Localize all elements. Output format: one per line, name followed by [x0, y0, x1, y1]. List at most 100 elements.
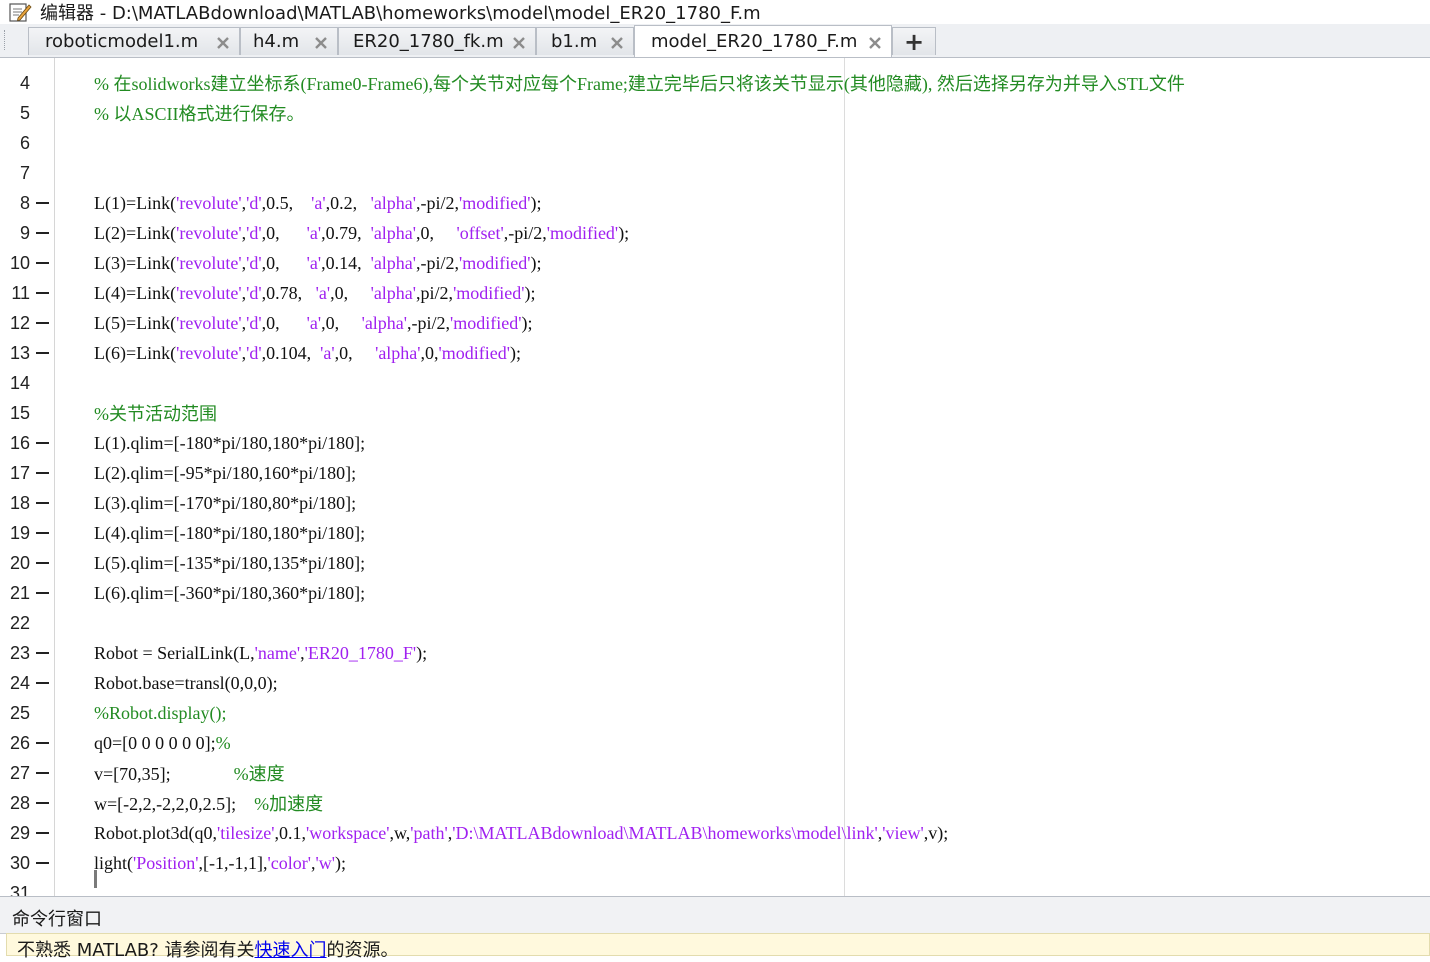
close-icon[interactable] — [215, 35, 231, 51]
code-line[interactable]: 24 Robot.base=transl(0,0,0); — [0, 668, 1430, 698]
breakpoint-marker[interactable] — [36, 352, 49, 354]
breakpoint-marker[interactable] — [36, 262, 49, 264]
breakpoint-marker[interactable] — [36, 802, 49, 804]
string-token: 'ER20_1780_F' — [304, 642, 417, 663]
string-token: 'modified' — [438, 342, 511, 363]
close-icon[interactable] — [867, 35, 883, 51]
code-line[interactable]: 31 — [0, 878, 1430, 897]
breakpoint-marker[interactable] — [36, 742, 49, 744]
getting-started-link[interactable]: 快速入门 — [255, 940, 327, 961]
code-line[interactable]: 30 light('Position',[-1,-1,1],'color','w'… — [0, 848, 1430, 878]
tab-label: model_ER20_1780_F.m — [651, 31, 858, 52]
editor-pencil-icon — [9, 3, 32, 22]
code-line[interactable]: 6 — [0, 128, 1430, 158]
string-token: 'alpha' — [370, 282, 417, 303]
code-text: L(1)=Link('revolute','d',0.5, 'a',0.2, '… — [94, 193, 542, 214]
code-editor[interactable]: 4 % 在solidworks建立坐标系(Frame0-Frame6),每个关节对… — [0, 58, 1430, 896]
breakpoint-marker[interactable] — [36, 232, 49, 234]
close-icon[interactable] — [609, 35, 625, 51]
tab-label: h4.m — [253, 31, 300, 52]
code-text: L(6).qlim=[-360*pi/180,360*pi/180]; — [94, 583, 365, 604]
code-token: ,0.2, — [325, 192, 371, 213]
code-token: ); — [618, 222, 630, 243]
code-token: ); — [510, 342, 522, 363]
code-line[interactable]: 7 — [0, 158, 1430, 188]
add-tab-button[interactable]: + — [892, 27, 936, 56]
breakpoint-marker[interactable] — [36, 292, 49, 294]
close-icon[interactable] — [511, 35, 527, 51]
code-token: ); — [524, 282, 536, 303]
code-line[interactable]: 28 w=[-2,2,-2,2,0,2.5]; %加速度 — [0, 788, 1430, 818]
breakpoint-marker[interactable] — [36, 562, 49, 564]
line-number: 11 — [11, 282, 30, 303]
code-line[interactable]: 21 L(6).qlim=[-360*pi/180,360*pi/180]; — [0, 578, 1430, 608]
code-line[interactable]: 13 L(6)=Link('revolute','d',0.104, 'a',0,… — [0, 338, 1430, 368]
code-line[interactable]: 11 L(4)=Link('revolute','d',0.78, 'a',0, … — [0, 278, 1430, 308]
breakpoint-marker[interactable] — [36, 862, 49, 864]
code-line[interactable]: 18 L(3).qlim=[-170*pi/180,80*pi/180]; — [0, 488, 1430, 518]
code-line[interactable]: 5 % 以ASCII格式进行保存。 — [0, 98, 1430, 128]
code-token: L(4)=Link( — [94, 282, 177, 303]
breakpoint-marker[interactable] — [36, 202, 49, 204]
line-number: 22 — [9, 612, 30, 633]
code-line[interactable]: 12 L(5)=Link('revolute','d',0, 'a',0, 'al… — [0, 308, 1430, 338]
tab-b1[interactable]: b1.m — [536, 27, 634, 55]
code-line[interactable]: 29 Robot.plot3d(q0,'tilesize',0.1,'worksp… — [0, 818, 1430, 848]
code-token: ); — [530, 252, 542, 273]
comment-token: %Robot.display(); — [94, 702, 227, 723]
code-text: L(5).qlim=[-135*pi/180,135*pi/180]; — [94, 553, 365, 574]
breakpoint-marker[interactable] — [36, 502, 49, 504]
tab-strip-grip[interactable] — [4, 30, 15, 50]
code-line[interactable]: 26 q0=[0 0 0 0 0 0];% — [0, 728, 1430, 758]
comment-token: % — [215, 732, 231, 753]
breakpoint-marker[interactable] — [36, 832, 49, 834]
line-number: 23 — [9, 642, 30, 663]
code-token: ,-pi/2, — [416, 192, 460, 213]
tab-model-er20-active[interactable]: model_ER20_1780_F.m — [634, 25, 892, 57]
line-number: 21 — [9, 582, 30, 603]
tab-roboticmodel1[interactable]: roboticmodel1.m — [28, 27, 240, 55]
code-line[interactable]: 8 L(1)=Link('revolute','d',0.5, 'a',0.2, … — [0, 188, 1430, 218]
close-icon[interactable] — [313, 35, 329, 51]
line-number: 4 — [19, 72, 30, 93]
tab-er20-fk[interactable]: ER20_1780_fk.m — [338, 27, 536, 55]
line-number: 28 — [9, 792, 30, 813]
code-line[interactable]: 15 %关节活动范围 — [0, 398, 1430, 428]
string-token: 'modified' — [459, 252, 531, 273]
code-line[interactable]: 4 % 在solidworks建立坐标系(Frame0-Frame6),每个关节对… — [0, 68, 1430, 98]
string-token: 'd' — [246, 192, 262, 213]
breakpoint-marker[interactable] — [36, 772, 49, 774]
line-number: 7 — [19, 162, 30, 183]
string-token: 'workspace' — [305, 822, 390, 843]
code-line[interactable]: 10 L(3)=Link('revolute','d',0, 'a',0.14, … — [0, 248, 1430, 278]
code-token: L(3)=Link( — [94, 252, 177, 273]
breakpoint-marker[interactable] — [36, 682, 49, 684]
breakpoint-marker[interactable] — [36, 442, 49, 444]
tab-h4[interactable]: h4.m — [240, 27, 338, 55]
breakpoint-marker[interactable] — [36, 652, 49, 654]
code-line[interactable]: 16 L(1).qlim=[-180*pi/180,180*pi/180]; — [0, 428, 1430, 458]
breakpoint-marker[interactable] — [36, 532, 49, 534]
code-line[interactable]: 22 — [0, 608, 1430, 638]
breakpoint-marker[interactable] — [36, 472, 49, 474]
code-line[interactable]: 14 — [0, 368, 1430, 398]
code-line[interactable]: 20 L(5).qlim=[-135*pi/180,135*pi/180]; — [0, 548, 1430, 578]
line-number: 16 — [9, 432, 30, 453]
code-line[interactable]: 17 L(2).qlim=[-95*pi/180,160*pi/180]; — [0, 458, 1430, 488]
plus-icon: + — [903, 27, 925, 56]
code-line[interactable]: 25 %Robot.display(); — [0, 698, 1430, 728]
breakpoint-marker[interactable] — [36, 592, 49, 594]
code-token: ,0.104, — [261, 342, 321, 363]
string-token: 'd' — [246, 312, 262, 333]
tab-label: b1.m — [551, 31, 598, 52]
code-line[interactable]: 27 v=[70,35]; %速度 — [0, 758, 1430, 788]
line-number: 12 — [9, 312, 30, 333]
code-token: L(6).qlim=[-360*pi/180,360*pi/180]; — [94, 582, 366, 603]
breakpoint-marker[interactable] — [36, 322, 49, 324]
title-bar: 编辑器 - D:\MATLABdownload\MATLAB\homeworks… — [0, 0, 1430, 24]
code-line[interactable]: 19 L(4).qlim=[-180*pi/180,180*pi/180]; — [0, 518, 1430, 548]
code-line[interactable]: 23 Robot = SerialLink(L,'name','ER20_1780… — [0, 638, 1430, 668]
command-window[interactable]: 命令行窗口 不熟悉 MATLAB? 请参阅有关快速入门的资源。 — [0, 896, 1430, 961]
code-line[interactable]: 9 L(2)=Link('revolute','d',0, 'a',0.79, '… — [0, 218, 1430, 248]
code-token: L(2).qlim=[-95*pi/180,160*pi/180]; — [94, 462, 357, 483]
